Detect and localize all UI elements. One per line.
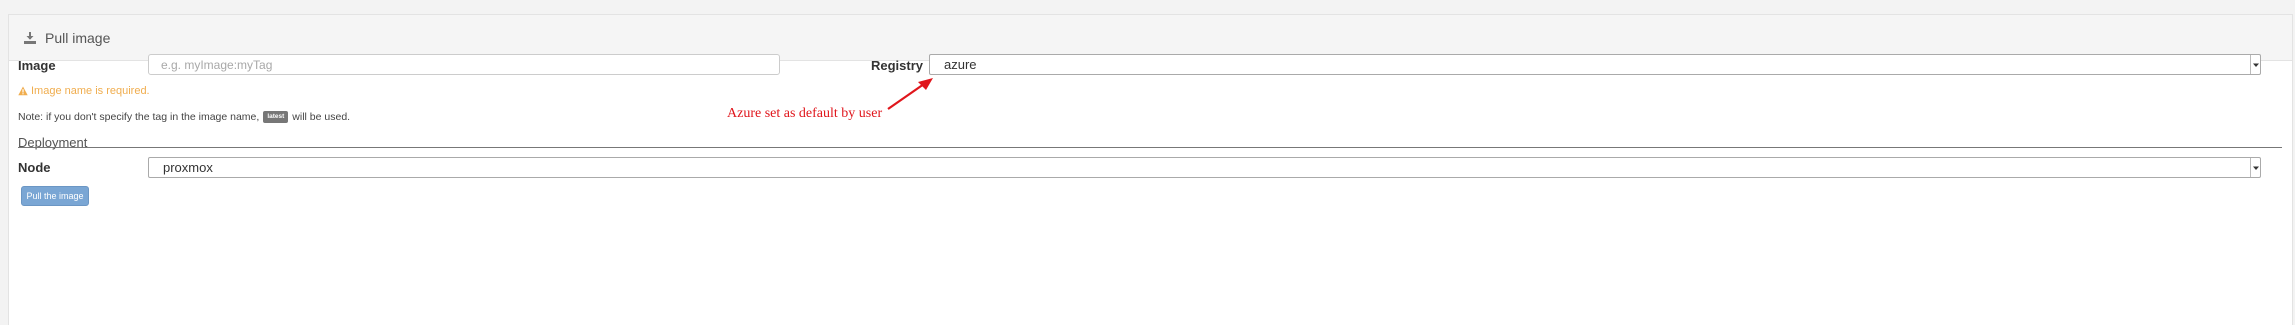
download-icon — [23, 31, 37, 45]
registry-select[interactable]: azure — [929, 54, 2261, 75]
note-prefix: Note: if you don't specify the tag in th… — [18, 111, 260, 123]
image-label: Image — [18, 58, 56, 73]
image-required-warning: Image name is required. — [18, 85, 150, 97]
node-select-value: proxmox — [163, 160, 213, 175]
annotation-arrow-icon — [887, 78, 933, 110]
chevron-down-icon[interactable] — [2250, 55, 2260, 74]
image-name-input[interactable] — [148, 54, 780, 75]
warning-icon — [18, 86, 28, 96]
note-suffix: will be used. — [292, 111, 351, 123]
node-label: Node — [18, 160, 51, 175]
registry-label: Registry — [871, 58, 924, 73]
registry-select-value: azure — [944, 57, 977, 72]
tag-note: Note: if you don't specify the tag in th… — [18, 111, 350, 123]
annotation-text: Azure set as default by user — [727, 106, 883, 121]
panel-title: Pull image — [45, 29, 111, 46]
node-select[interactable]: proxmox — [148, 157, 2261, 178]
latest-badge: latest — [263, 111, 289, 123]
pull-image-button[interactable]: Pull the image — [21, 186, 89, 206]
section-divider — [18, 147, 2282, 148]
chevron-down-icon[interactable] — [2250, 158, 2260, 177]
warning-text: Image name is required. — [31, 85, 150, 97]
